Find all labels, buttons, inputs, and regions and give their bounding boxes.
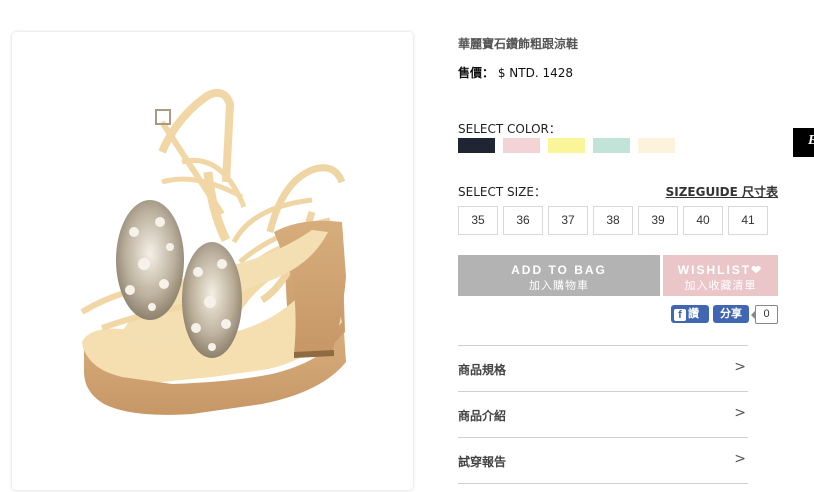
sandal-illustration bbox=[80, 88, 346, 415]
color-swatch-mint[interactable] bbox=[593, 138, 630, 153]
accordion-fitting-report[interactable]: 試穿報告 > bbox=[458, 437, 748, 483]
wishlist-button[interactable]: WISHLIST❤ 加入收藏清單 bbox=[663, 255, 778, 296]
size-option-37[interactable]: 37 bbox=[548, 206, 588, 235]
accordion-label: 商品規格 bbox=[458, 363, 507, 377]
select-color-label: SELECT COLOR： bbox=[458, 122, 561, 136]
product-title: 華麗寶石鑽飾粗跟涼鞋 bbox=[458, 37, 579, 51]
facebook-like-label: 讚 bbox=[688, 307, 699, 320]
price-label: 售價： bbox=[458, 66, 495, 80]
facebook-like-button[interactable]: f讚 bbox=[671, 305, 709, 323]
add-to-bag-sublabel: 加入購物車 bbox=[529, 279, 589, 292]
price-row: 售價： $ NTD. 1428 bbox=[458, 64, 573, 81]
price-value: $ NTD. 1428 bbox=[497, 66, 574, 80]
size-option-38[interactable]: 38 bbox=[593, 206, 633, 235]
size-option-35[interactable]: 35 bbox=[458, 206, 498, 235]
accordion-label: 試穿報告 bbox=[458, 455, 507, 469]
size-option-36[interactable]: 36 bbox=[503, 206, 543, 235]
accordion-product-spec[interactable]: 商品規格 > bbox=[458, 345, 748, 391]
color-swatch-yellow[interactable] bbox=[548, 138, 585, 153]
side-tab-glyph: E bbox=[808, 133, 814, 149]
share-count-badge: 0 bbox=[751, 305, 778, 324]
facebook-icon: f bbox=[674, 309, 686, 321]
color-swatch-cream[interactable] bbox=[638, 138, 675, 153]
color-swatch-navy[interactable] bbox=[458, 138, 495, 153]
size-option-39[interactable]: 39 bbox=[638, 206, 678, 235]
sizeguide-link[interactable]: SIZEGUIDE 尺寸表 bbox=[666, 183, 778, 200]
accordion-divider bbox=[458, 483, 748, 484]
accordion-label: 商品介紹 bbox=[458, 409, 507, 423]
size-option-40[interactable]: 40 bbox=[683, 206, 723, 235]
chevron-right-icon: > bbox=[734, 359, 746, 375]
add-to-bag-button[interactable]: ADD TO BAG 加入購物車 bbox=[458, 255, 660, 296]
chevron-right-icon: > bbox=[734, 405, 746, 421]
side-floating-tab[interactable]: E bbox=[793, 128, 814, 157]
wishlist-sublabel: 加入收藏清單 bbox=[684, 279, 757, 292]
chevron-right-icon: > bbox=[734, 451, 746, 467]
color-swatch-pink[interactable] bbox=[503, 138, 540, 153]
jewel-cluster-right bbox=[182, 242, 242, 358]
select-size-label: SELECT SIZE： bbox=[458, 185, 546, 199]
product-image[interactable] bbox=[12, 32, 413, 490]
add-to-bag-label: ADD TO BAG bbox=[511, 263, 607, 277]
wishlist-label: WISHLIST❤ bbox=[677, 263, 764, 277]
jewel-cluster-left bbox=[116, 200, 184, 320]
facebook-share-button[interactable]: 分享 bbox=[713, 305, 749, 323]
accordion-product-intro[interactable]: 商品介紹 > bbox=[458, 391, 748, 437]
size-option-41[interactable]: 41 bbox=[728, 206, 768, 235]
